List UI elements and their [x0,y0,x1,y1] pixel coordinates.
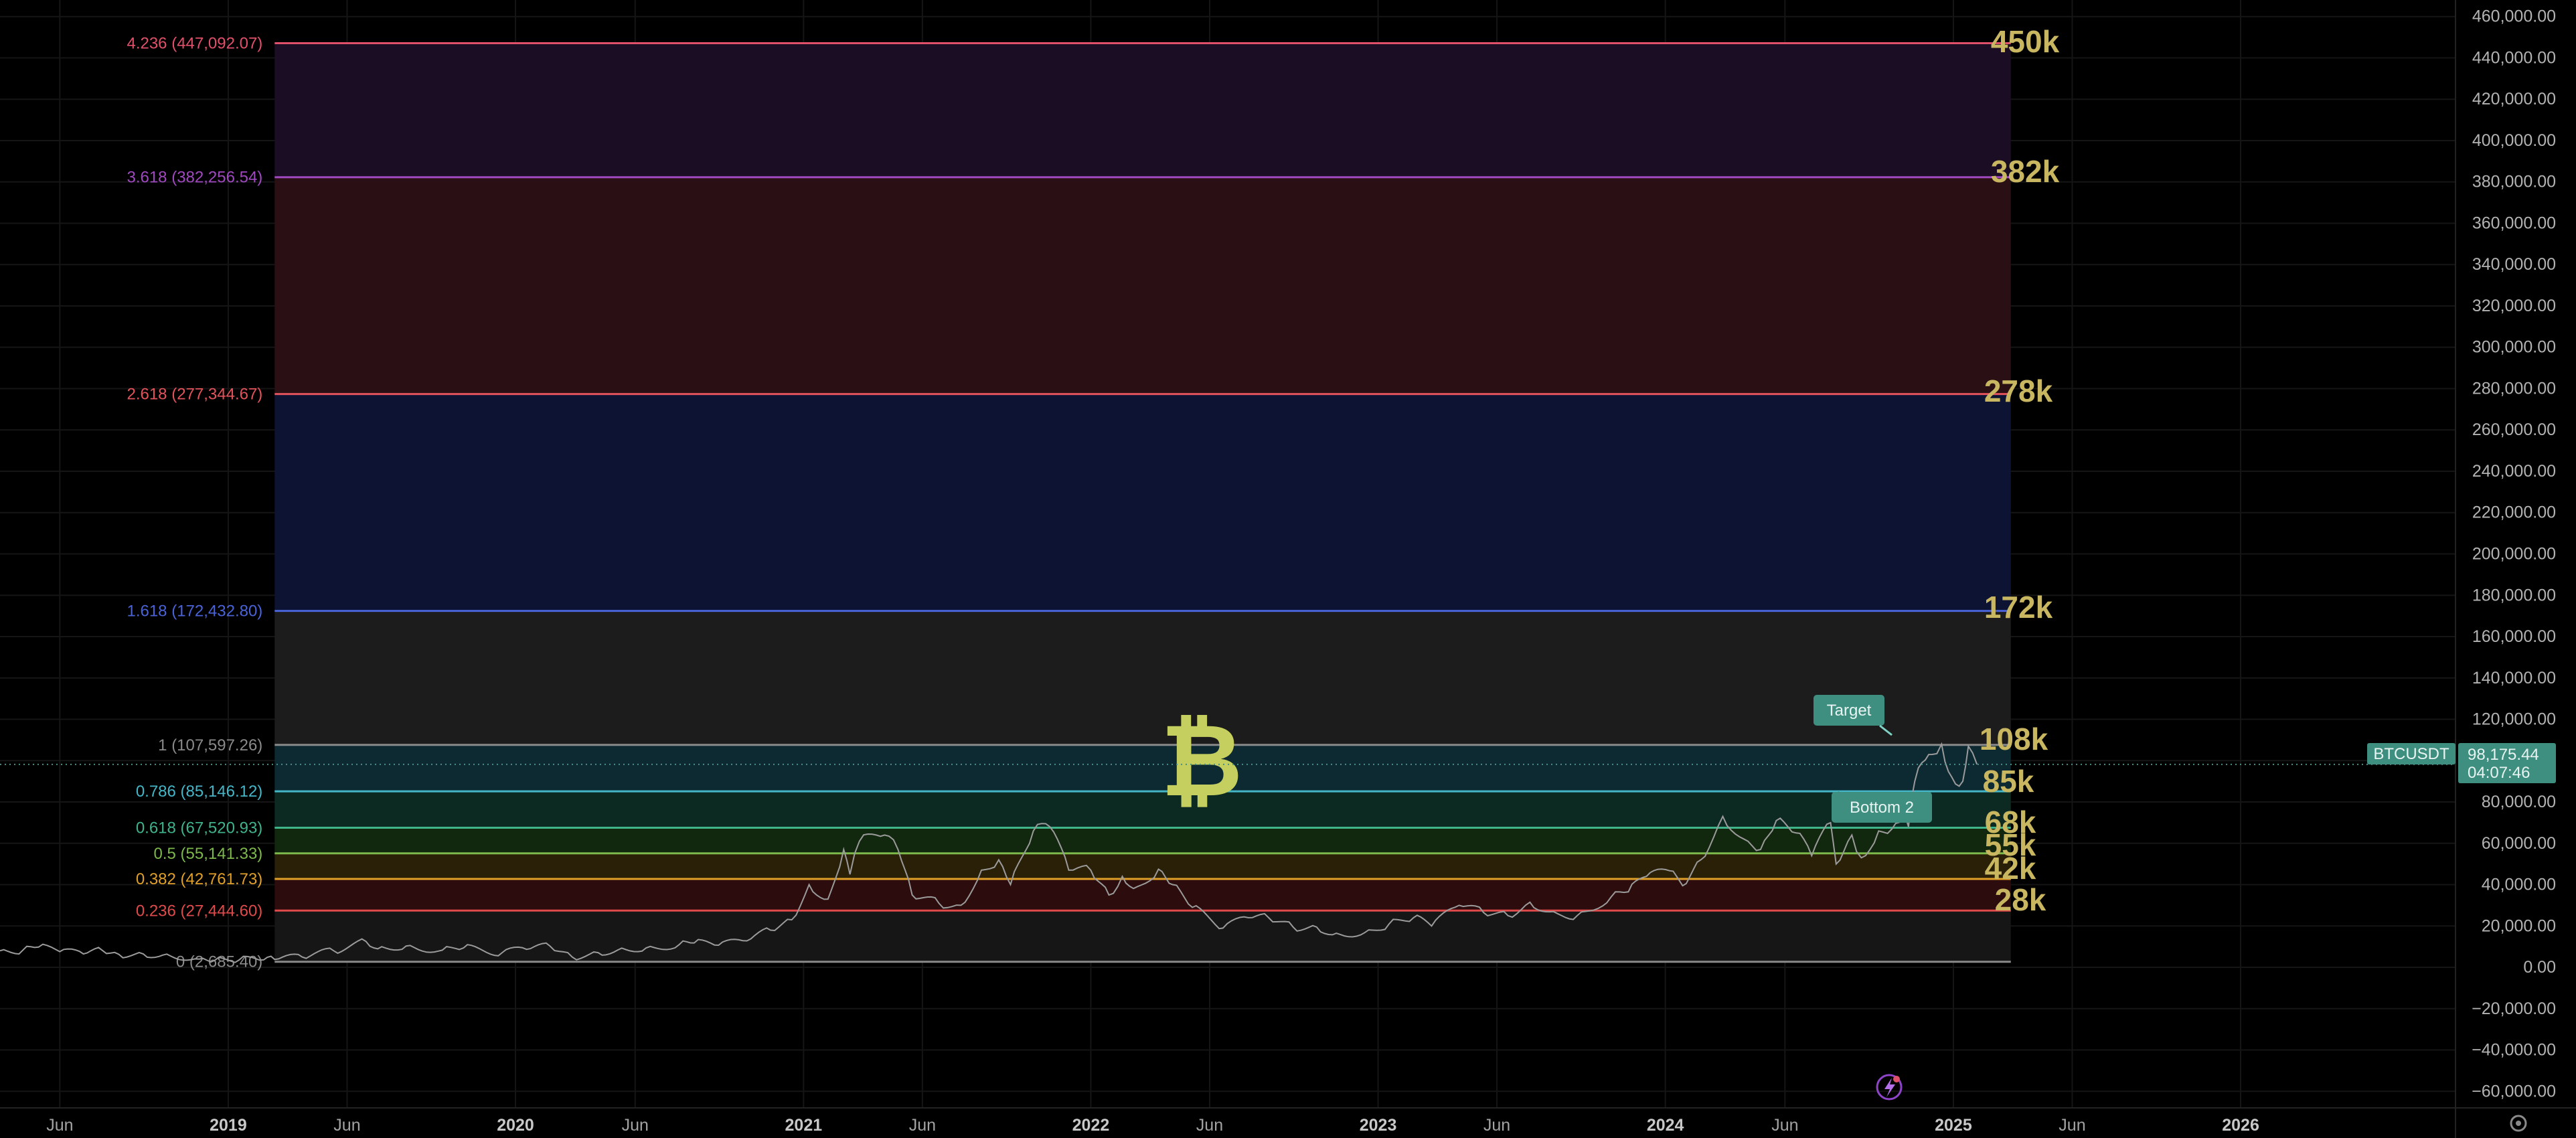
fib-zone-0.236 [274,910,2011,962]
fib-callout-108k: 108k [1980,722,2048,756]
fib-zone-0.382 [274,879,2011,911]
x-tick-label: Jun [1483,1116,1510,1135]
x-tick-label: Jun [622,1116,649,1135]
y-tick-label: 20,000.00 [2482,916,2556,935]
x-tick-label: 2026 [2222,1116,2259,1135]
fib-level-label: 0.382 (42,761.73) [136,870,262,888]
y-tick-label: 240,000.00 [2472,462,2556,481]
fib-zone-4.236 [274,43,2011,177]
x-tick-label: Jun [1771,1116,1798,1135]
y-tick-label: 420,000.00 [2472,90,2556,108]
y-tick-label: 300,000.00 [2472,338,2556,357]
symbol-name: BTCUSDT [2373,745,2449,763]
fib-level-label: 3.618 (382,256.54) [127,169,262,187]
y-tick-label: −40,000.00 [2472,1041,2556,1060]
y-tick-label: 440,000.00 [2472,48,2556,67]
y-tick-label: 180,000.00 [2472,586,2556,604]
x-tick-label: Jun [1196,1116,1223,1135]
fib-zone-3.618 [274,177,2011,394]
y-tick-label: 360,000.00 [2472,214,2556,232]
last-price-label: 98,175.44 [2468,746,2539,764]
fib-level-label: 0.618 (67,520.93) [136,819,262,837]
y-tick-label: 280,000.00 [2472,379,2556,398]
x-tick-label: 2023 [1360,1116,1397,1135]
fib-level-label: 0.786 (85,146.12) [136,783,262,801]
y-tick-label: 260,000.00 [2472,420,2556,439]
fib-callout-278k: 278k [1984,374,2053,408]
x-tick-label: Jun [909,1116,936,1135]
fib-level-label: 0.236 (27,444.60) [136,902,262,920]
fib-callout-172k: 172k [1984,590,2053,625]
fib-callout-450k: 450k [1991,24,2060,59]
y-tick-label: −60,000.00 [2472,1082,2556,1101]
fib-zone-0.786 [274,791,2011,828]
x-tick-label: 2021 [785,1116,823,1135]
x-tick-label: Jun [46,1116,73,1135]
y-tick-label: 60,000.00 [2482,834,2556,853]
y-tick-label: 140,000.00 [2472,669,2556,687]
x-tick-label: 2024 [1647,1116,1684,1135]
fib-callout-28k: 28k [1995,882,2046,917]
fib-level-label: 0.5 (55,141.33) [154,845,263,863]
chart-canvas: 4.236 (447,092.07) 3.618 (382,256.54) 2.61… [0,0,2576,1138]
fib-level-label: 1.618 (172,432.80) [127,602,262,621]
target-badge-label: Target [1827,702,1872,720]
bitcoin-logo: ₿ [1161,703,1242,819]
bitcoin-logo-icon: ₿ [1161,703,1242,819]
x-tick-label: 2020 [497,1116,534,1135]
fib-level-label: 1 (107,597.26) [158,736,262,754]
fib-level-fills [274,43,2011,962]
fib-zone-0.618 [274,827,2011,854]
x-tick-label: Jun [333,1116,360,1135]
fib-level-label: 4.236 (447,092.07) [127,35,262,53]
y-tick-label: 200,000.00 [2472,545,2556,564]
x-tick-label: 2019 [210,1116,247,1135]
fib-zone-1.618 [274,611,2011,745]
y-tick-label: 0.00 [2523,958,2556,977]
x-tick-label: 2022 [1072,1116,1110,1135]
price-axis-bg [2456,0,2576,1138]
y-tick-label: 160,000.00 [2472,627,2556,646]
x-tick-label: Jun [2059,1116,2085,1135]
y-tick-label: 380,000.00 [2472,173,2556,191]
y-tick-label: 340,000.00 [2472,255,2556,274]
y-tick-label: 120,000.00 [2472,710,2556,729]
y-tick-label: 460,000.00 [2472,7,2556,26]
fib-zone-0.5 [274,853,2011,880]
fib-zone-1 [274,744,2011,792]
fib-level-label: 2.618 (277,344.67) [127,386,262,404]
y-tick-label: 80,000.00 [2482,793,2556,811]
y-tick-label: 320,000.00 [2472,297,2556,315]
fib-callout-382k: 382k [1991,154,2060,189]
price-axis[interactable]: 460,000.00 440,000.00 420,000.00 400,000.00… [2455,0,2576,1138]
fib-callout-42k: 42k [1985,851,2036,886]
y-tick-label: −20,000.00 [2472,999,2556,1018]
fib-callout-85k: 85k [1983,764,2034,799]
y-tick-label: 40,000.00 [2482,876,2556,894]
fib-zone-2.618 [274,394,2011,611]
fib-level-label: 0 (2,685.40) [176,953,262,971]
bottom-badge-label: Bottom 2 [1850,799,1914,817]
x-tick-label: 2025 [1935,1116,1972,1135]
y-tick-label: 220,000.00 [2472,503,2556,522]
y-tick-label: 400,000.00 [2472,131,2556,150]
candle-countdown: 04:07:46 [2468,764,2530,782]
